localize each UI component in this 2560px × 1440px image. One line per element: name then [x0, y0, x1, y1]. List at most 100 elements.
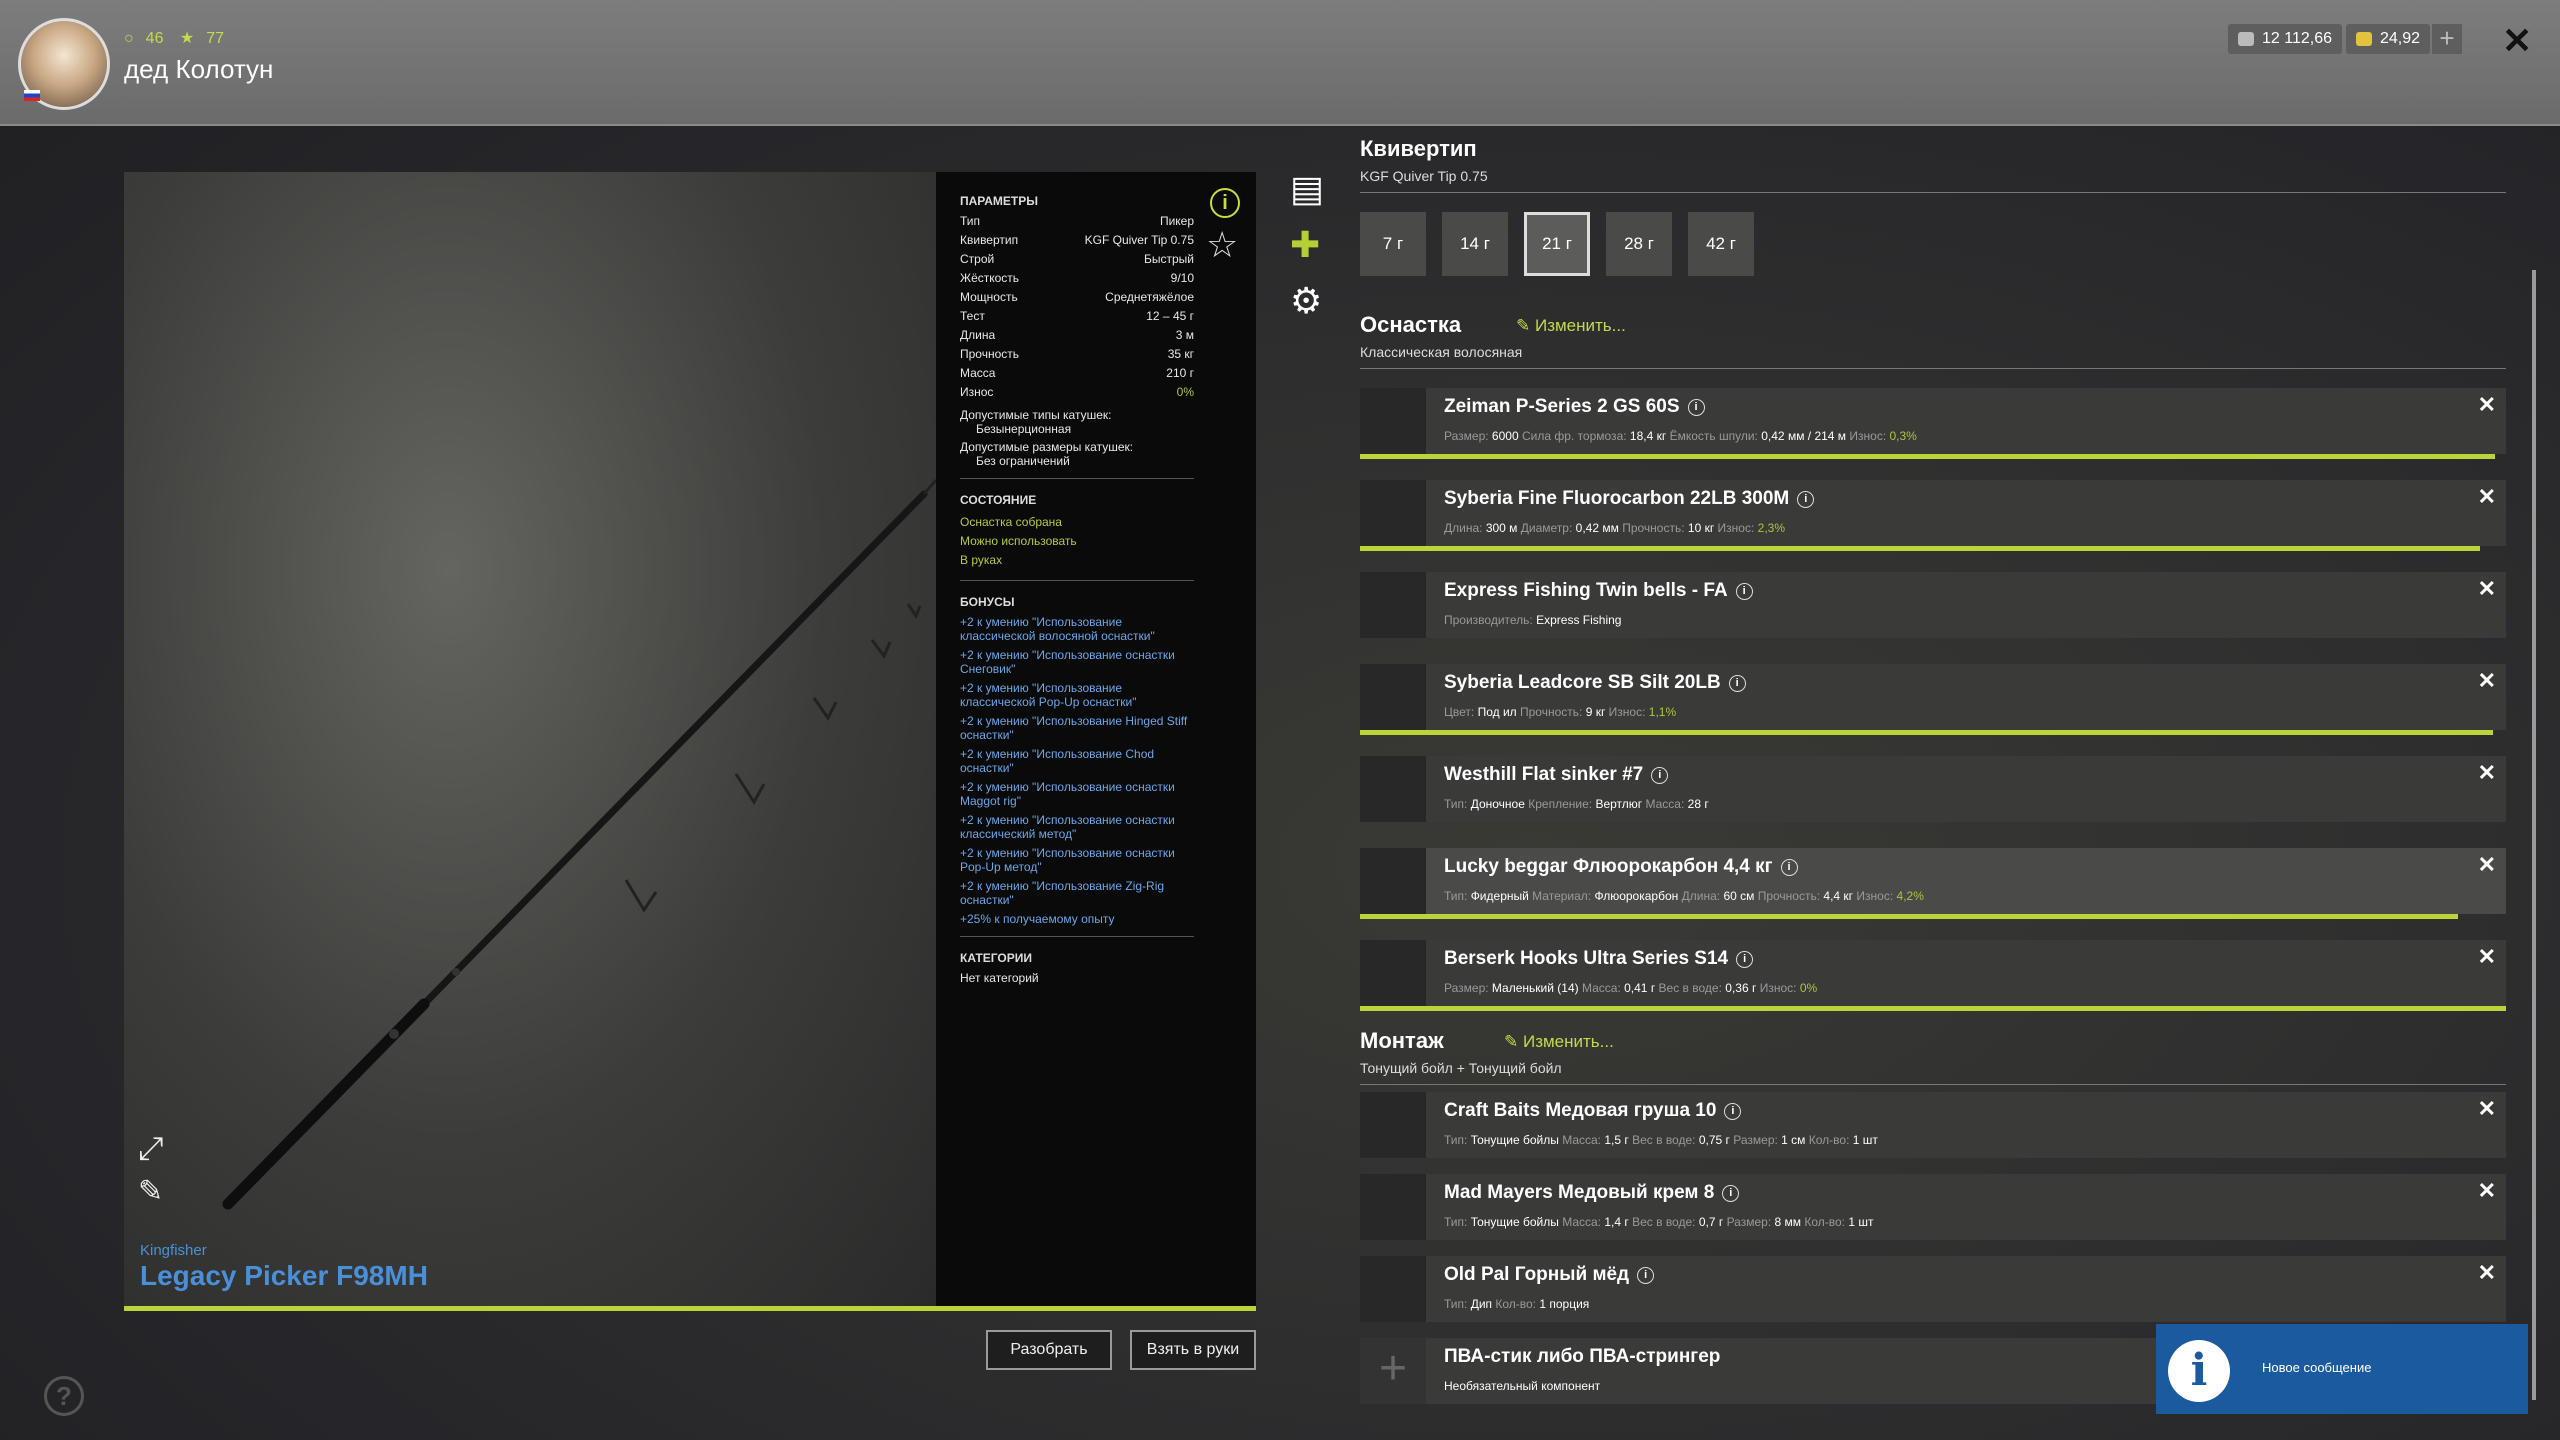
russia-flag-icon — [24, 90, 40, 101]
equipment-item[interactable]: Syberia Fine Fluorocarbon 22LB 300M i Длин… — [1360, 480, 2506, 551]
remove-item-icon[interactable]: ✕ — [2478, 852, 2496, 878]
item-properties: Цвет: Под ил Прочность: 9 кг Износ: 1,1% — [1444, 705, 1677, 719]
tackle-edit-link[interactable]: ✎ Изменить... — [1516, 316, 1626, 336]
remove-item-icon[interactable]: ✕ — [2478, 760, 2496, 786]
reel-types-label: Допустимые типы катушек: — [960, 408, 1112, 422]
rod-name: Legacy Picker F98MH — [140, 1260, 428, 1291]
categories-value: Нет категорий — [960, 971, 1039, 985]
item-info-icon[interactable]: i — [1736, 951, 1754, 968]
rod-preview[interactable]: ⤢ ✎ Kingfisher Legacy Picker F98MH — [124, 172, 936, 1306]
quiver-option-selected[interactable]: 21 г — [1524, 212, 1590, 276]
divider — [960, 580, 1194, 581]
item-properties: Тип: Дип Кол-во: 1 порция — [1444, 1297, 1590, 1311]
equipment-item[interactable]: Express Fishing Twin bells - FA i Производ… — [1360, 572, 2506, 638]
item-thumbnail — [1360, 940, 1426, 1006]
equipment-item[interactable]: Berserk Hooks Ultra Series S14 i Размер: М… — [1360, 940, 2506, 1011]
param-row: Жёсткость 9/10 — [960, 271, 1194, 285]
state-item: В руках — [960, 553, 1003, 567]
quiver-option[interactable]: 14 г — [1442, 212, 1508, 276]
add-component-icon: + — [1360, 1338, 1426, 1404]
close-icon[interactable]: ✕ — [2502, 20, 2532, 62]
take-in-hands-button[interactable]: Взять в руки — [1130, 1330, 1256, 1370]
remove-item-icon[interactable]: ✕ — [2478, 668, 2496, 694]
equipment-item[interactable]: Westhill Flat sinker #7 i Тип: Доночное Кр… — [1360, 756, 2506, 822]
item-properties: Тип: Доночное Крепление: Вертлюг Масса: … — [1444, 797, 1709, 811]
item-thumbnail — [1360, 1174, 1426, 1240]
remove-item-icon[interactable]: ✕ — [2478, 576, 2496, 602]
favorite-star-icon[interactable]: ☆ — [1206, 224, 1238, 266]
item-info-icon[interactable]: i — [1724, 1103, 1742, 1120]
remove-item-icon[interactable]: ✕ — [2478, 1178, 2496, 1204]
remove-item-icon[interactable]: ✕ — [2478, 392, 2496, 418]
param-row: Тип Пикер — [960, 214, 1194, 228]
add-currency-button[interactable]: + — [2432, 24, 2462, 54]
username: дед Колотун — [124, 54, 274, 84]
gold-balance: 24,92 — [2346, 24, 2431, 54]
state-item: Оснастка собрана — [960, 515, 1062, 529]
item-thumbnail — [1360, 756, 1426, 822]
equipment-item[interactable]: Syberia Leadcore SB Silt 20LB i Цвет: Под … — [1360, 664, 2506, 735]
equipment-item[interactable]: Mad Mayers Медовый крем 8 i Тип: Тонущие б… — [1360, 1174, 2506, 1240]
remove-item-icon[interactable]: ✕ — [2478, 1096, 2496, 1122]
item-info-icon[interactable]: i — [1637, 1267, 1655, 1284]
info-icon: i — [2168, 1340, 2230, 1402]
quiver-option[interactable]: 7 г — [1360, 212, 1426, 276]
equipment-item[interactable]: Zeiman P-Series 2 GS 60S i Размер: 6000 Си… — [1360, 388, 2506, 459]
param-row: Тест 12 – 45 г — [960, 309, 1194, 323]
disassemble-button[interactable]: Разобрать — [986, 1330, 1112, 1370]
equipment-item[interactable]: Old Pal Горный мёд i Тип: Дип Кол-во: 1 по… — [1360, 1256, 2506, 1322]
item-info-icon[interactable]: i — [1722, 1185, 1740, 1202]
reel-sizes-label: Допустимые размеры катушек: — [960, 440, 1134, 454]
equipment-item[interactable]: Craft Baits Медовая груша 10 i Тип: Тонущи… — [1360, 1092, 2506, 1158]
quiver-subtitle: KGF Quiver Tip 0.75 — [1360, 168, 1488, 184]
item-properties: Тип: Тонущие бойлы Масса: 1,4 г Вес в во… — [1444, 1215, 1874, 1229]
param-row: Мощность Среднетяжёлое — [960, 290, 1194, 304]
tackle-subtitle: Классическая волосяная — [1360, 344, 1523, 360]
info-icon[interactable]: i — [1210, 188, 1240, 218]
quiver-option[interactable]: 42 г — [1688, 212, 1754, 276]
equipment-item[interactable]: Lucky beggar Флюорокарбон 4,4 кг i Тип: Фи… — [1360, 848, 2506, 919]
param-row: Квивертип KGF Quiver Tip 0.75 — [960, 233, 1194, 247]
item-name: Craft Baits Медовая груша 10 i — [1444, 1100, 1742, 1122]
categories-heading: КАТЕГОРИИ — [960, 951, 1032, 965]
item-info-icon[interactable]: i — [1687, 399, 1705, 416]
remove-item-icon[interactable]: ✕ — [2478, 484, 2496, 510]
param-row: Износ 0% — [960, 385, 1194, 399]
divider — [960, 478, 1194, 479]
quiver-option[interactable]: 28 г — [1606, 212, 1672, 276]
notification-toast[interactable]: i Новое сообщение — [2156, 1324, 2528, 1414]
scrollbar[interactable] — [2532, 270, 2536, 1400]
notification-text: Новое сообщение — [2262, 1360, 2372, 1375]
state-heading: СОСТОЯНИЕ — [960, 493, 1037, 507]
item-properties: Размер: 6000 Сила фр. тормоза: 18,4 кг Ё… — [1444, 429, 1917, 443]
item-info-icon[interactable]: i — [1728, 675, 1746, 692]
param-row: Длина 3 м — [960, 328, 1194, 342]
rod-brand: Kingfisher — [140, 1242, 207, 1259]
montage-title: Монтаж — [1360, 1028, 1444, 1053]
paint-brush-icon[interactable]: ✎ — [138, 1174, 163, 1209]
item-info-icon[interactable]: i — [1651, 767, 1669, 784]
item-info-icon[interactable]: i — [1735, 583, 1753, 600]
remove-item-icon[interactable]: ✕ — [2478, 944, 2496, 970]
item-name: Syberia Fine Fluorocarbon 22LB 300M i — [1444, 488, 1815, 510]
item-info-icon[interactable]: i — [1780, 859, 1798, 876]
fullscreen-icon[interactable]: ⤢ — [138, 1130, 164, 1168]
param-row: Строй Быстрый — [960, 252, 1194, 266]
top-bar: ○ 46 ★ 77 дед Колотун 12 112,66 24,92 + ✕ — [0, 0, 2560, 126]
item-info-icon[interactable]: i — [1797, 491, 1815, 508]
gear-icon[interactable]: ⚙ — [1290, 280, 1322, 322]
item-thumbnail — [1360, 664, 1426, 730]
item-properties: Тип: Тонущие бойлы Масса: 1,5 г Вес в во… — [1444, 1133, 1878, 1147]
document-icon[interactable]: ▤ — [1290, 168, 1324, 210]
montage-edit-link[interactable]: ✎ Изменить... — [1504, 1032, 1614, 1052]
item-name: Westhill Flat sinker #7 i — [1444, 764, 1669, 786]
remove-item-icon[interactable]: ✕ — [2478, 1260, 2496, 1286]
item-properties: Длина: 300 м Диаметр: 0,42 мм Прочность:… — [1444, 521, 1786, 535]
bonuses-heading: БОНУСЫ — [960, 595, 1015, 609]
item-name: Old Pal Горный мёд i — [1444, 1264, 1655, 1286]
durability-bar — [1360, 454, 2495, 459]
puzzle-icon[interactable]: ✚ — [1290, 224, 1320, 266]
bonus-item: +2 к умению "Использование оснастки Pop-… — [960, 846, 1175, 874]
param-row: Масса 210 г — [960, 366, 1194, 380]
help-icon[interactable]: ? — [44, 1376, 84, 1416]
